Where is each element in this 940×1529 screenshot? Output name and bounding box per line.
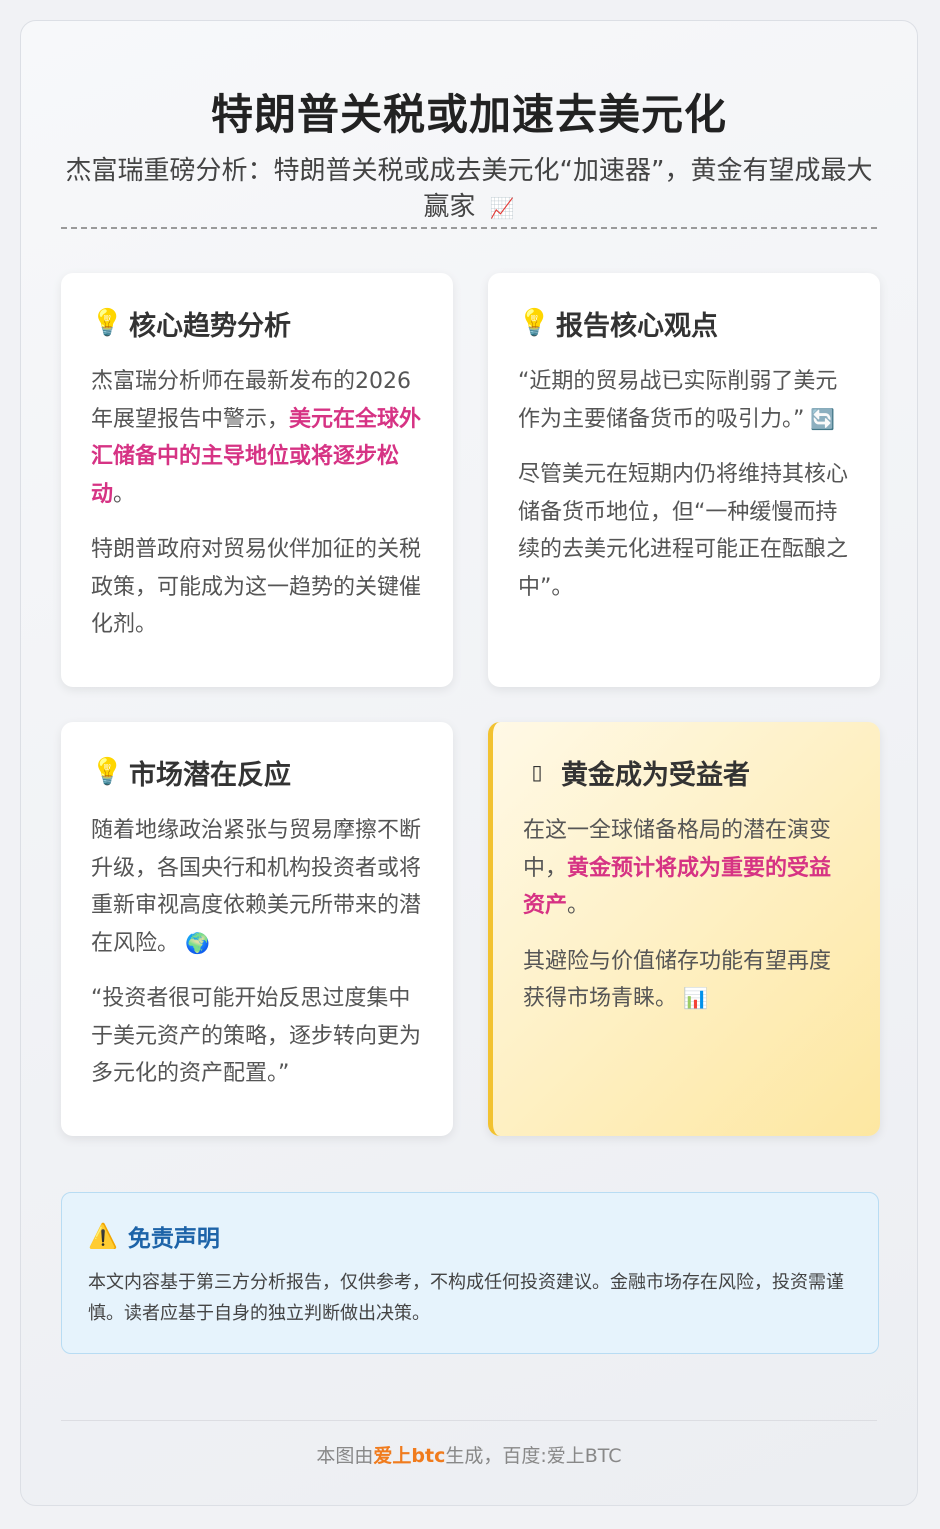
gold-icon: ▯ — [531, 760, 543, 784]
footer-brand: 爱上btc — [373, 1445, 446, 1467]
card-report-view: 💡 报告核心观点 “近期的贸易战已实际削弱了美元作为主要储备货币的吸引力。” 🔄 … — [488, 273, 880, 687]
lightbulb-icon: 💡 — [518, 308, 551, 338]
warning-icon: ⚠️ — [88, 1222, 118, 1250]
paragraph-text: 随着地缘政治紧张与贸易摩擦不断升级，各国央行和机构投资者或将重新审视高度依赖美元… — [91, 818, 422, 956]
bar-chart-icon: 📊 — [683, 986, 708, 1010]
card-market-reaction: 💡 市场潜在反应 随着地缘政治紧张与贸易摩擦不断升级，各国央行和机构投资者或将重… — [61, 722, 453, 1136]
card-core-trend: 💡 核心趋势分析 杰富瑞分析师在最新发布的2026年展望报告中警示，美元在全球外… — [61, 273, 453, 687]
card-paragraph: 尽管美元在短期内仍将维持其核心储备货币地位，但“一种缓慢而持续的去美元化进程可能… — [518, 462, 849, 600]
footer-suffix: 生成，百度:爱上BTC — [445, 1445, 622, 1467]
lightbulb-icon: 💡 — [91, 308, 124, 338]
lightbulb-icon: 💡 — [91, 757, 124, 787]
card-paragraph: 特朗普政府对贸易伙伴加征的关税政策，可能成为这一趋势的关键催化剂。 — [91, 537, 422, 637]
card-title-gold-beneficiary: ▯ 黄金成为受益者 — [523, 752, 850, 792]
dashed-divider — [61, 227, 877, 229]
card-paragraph: “投资者很可能开始反思过度集中于美元资产的策略，逐步转向更为多元化的资产配置。” — [91, 986, 422, 1086]
footer-prefix: 本图由 — [316, 1445, 374, 1467]
card-paragraph: 随着地缘政治紧张与贸易摩擦不断升级，各国央行和机构投资者或将重新审视高度依赖美元… — [91, 812, 423, 962]
paragraph-text: 。 — [113, 481, 136, 507]
disclaimer-box: ⚠️ 免责声明 本文内容基于第三方分析报告，仅供参考，不构成任何投资建议。金融市… — [61, 1192, 879, 1354]
card-title-text: 市场潜在反应 — [129, 759, 291, 791]
card-title-report-view: 💡 报告核心观点 — [518, 303, 850, 343]
card-paragraph: 杰富瑞分析师在最新发布的2026年展望报告中警示，美元在全球外汇储备中的主导地位… — [91, 363, 423, 513]
card-gold-beneficiary: ▯ 黄金成为受益者 在这一全球储备格局的潜在演变中，黄金预计将成为重要的受益资产… — [488, 722, 880, 1136]
subtitle-text: 杰富瑞重磅分析：特朗普关税或成去美元化“加速器”，黄金有望成最大赢家 — [65, 156, 873, 222]
infographic-page: 特朗普关税或加速去美元化 杰富瑞重磅分析：特朗普关税或成去美元化“加速器”，黄金… — [20, 20, 918, 1506]
page-subtitle: 杰富瑞重磅分析：特朗普关税或成去美元化“加速器”，黄金有望成最大赢家 📈 — [61, 153, 877, 226]
disclaimer-text: 本文内容基于第三方分析报告，仅供参考，不构成任何投资建议。金融市场存在风险，投资… — [88, 1272, 844, 1324]
footer-divider — [61, 1420, 877, 1421]
paragraph-text: 其避险与价值储存功能有望再度获得市场青睐。 — [523, 948, 832, 1012]
card-paragraph: 其避险与价值储存功能有望再度获得市场青睐。 📊 — [523, 943, 850, 1018]
page-title: 特朗普关税或加速去美元化 — [210, 90, 727, 139]
card-title-core-trend: 💡 核心趋势分析 — [91, 303, 423, 343]
card-title-market-reaction: 💡 市场潜在反应 — [91, 752, 423, 792]
paragraph-text: 。 — [567, 893, 590, 918]
disclaimer-title-text: 免责声明 — [127, 1226, 220, 1252]
refresh-icon: 🔄 — [810, 406, 836, 431]
quote-text: “近期的贸易战已实际削弱了美元作为主要储备货币的吸引力。” — [518, 369, 838, 432]
card-title-text: 黄金成为受益者 — [561, 759, 750, 791]
globe-icon: 🌍 — [185, 930, 210, 955]
card-title-text: 报告核心观点 — [556, 310, 718, 342]
chart-up-icon: 📈 — [489, 196, 515, 220]
footer: 本图由爱上btc生成，百度:爱上BTC — [21, 1441, 917, 1468]
card-paragraph: “近期的贸易战已实际削弱了美元作为主要储备货币的吸引力。” 🔄 — [518, 363, 850, 438]
card-paragraph: 在这一全球储备格局的潜在演变中，黄金预计将成为重要的受益资产。 — [523, 812, 850, 925]
disclaimer-title: ⚠️ 免责声明 — [88, 1219, 852, 1253]
card-title-text: 核心趋势分析 — [129, 310, 291, 342]
